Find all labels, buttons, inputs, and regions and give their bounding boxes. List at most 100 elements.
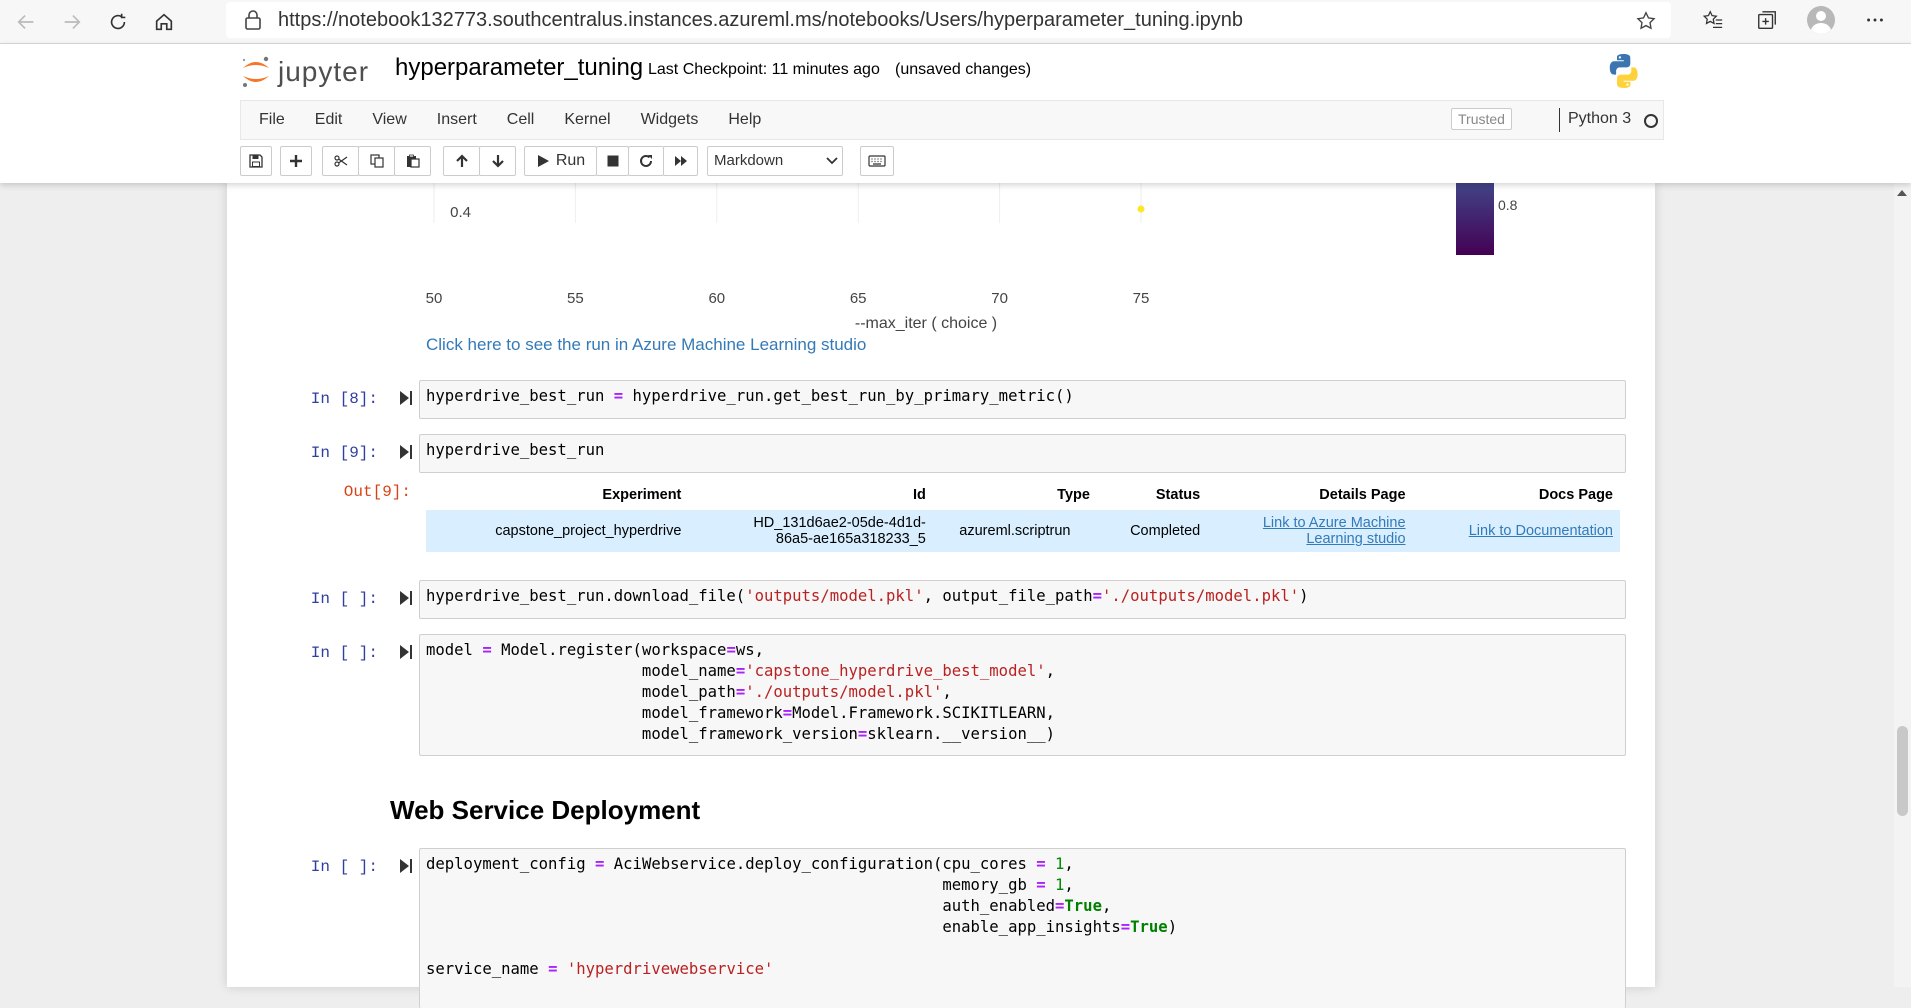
back-button[interactable] (6, 2, 46, 42)
url-text: https://notebook132773.southcentralus.in… (278, 8, 1244, 31)
code-cell[interactable]: model = Model.register(workspace=ws, mod… (419, 634, 1626, 756)
menu-view[interactable]: View (357, 101, 421, 139)
scatter-point[interactable] (1137, 205, 1145, 213)
restart-button[interactable] (628, 146, 664, 176)
run-cell-icon[interactable] (399, 444, 413, 460)
x-axis-label: --max_iter ( choice ) (855, 315, 997, 332)
plot-output: 50 55 60 65 70 75 0.4 --max_iter ( choice ) 0… (426, 183, 1518, 332)
run-cell-icon[interactable] (399, 390, 413, 406)
paste-icon (406, 154, 420, 168)
jupyter-logo-icon (242, 56, 269, 87)
stop-icon (607, 155, 618, 167)
star-icon[interactable] (1635, 10, 1657, 32)
id-line: 86a5-ae165a318233_5 (775, 531, 926, 547)
code-cell[interactable]: deployment_config = AciWebservice.deploy… (419, 848, 1626, 1008)
docs-cell: Link to Documentation (1412, 510, 1620, 552)
page-scrollbar[interactable] (1894, 183, 1911, 987)
fast-forward-icon (674, 156, 687, 166)
move-up-button[interactable] (443, 146, 480, 176)
details-link[interactable]: Link to Azure Machine Learning studio (1263, 515, 1406, 547)
checkpoint-status: Last Checkpoint: 11 minutes ago (648, 61, 880, 78)
unsaved-status: (unsaved changes) (895, 61, 1032, 78)
code-cell[interactable]: hyperdrive_best_run = hyperdrive_run.get… (419, 380, 1626, 419)
kernel-status-icon (1644, 114, 1658, 128)
save-icon (249, 154, 263, 168)
run-cell-icon[interactable] (399, 590, 413, 606)
favorites-button[interactable] (1686, 0, 1740, 40)
restart-run-all-button[interactable] (663, 146, 698, 176)
code-editor[interactable]: model = Model.register(workspace=ws, mod… (420, 635, 1625, 750)
browser-toolbar: https://notebook132773.southcentralus.in… (0, 0, 1911, 44)
insert-cell-button[interactable] (280, 146, 312, 176)
code-editor[interactable]: hyperdrive_best_run.download_file('outpu… (420, 581, 1625, 612)
jupyter-logo-text: jupyter (278, 56, 370, 87)
experiment-cell: capstone_project_hyperdrive (426, 510, 689, 552)
notebook-title[interactable]: hyperparameter_tuning (395, 54, 643, 82)
keyboard-icon (868, 155, 886, 167)
more-button[interactable] (1848, 0, 1902, 40)
scroll-thumb[interactable] (1897, 726, 1908, 816)
code-editor[interactable]: deployment_config = AciWebservice.deploy… (420, 849, 1625, 985)
cell-type-value: Markdown (714, 152, 784, 169)
restart-icon (640, 154, 652, 167)
refresh-button[interactable] (98, 2, 138, 42)
run-cell-icon[interactable] (399, 858, 413, 874)
table-header: Status (1155, 487, 1201, 503)
home-button[interactable] (144, 2, 184, 42)
interrupt-button[interactable] (596, 146, 629, 176)
menu-widgets[interactable]: Widgets (626, 101, 714, 139)
jupyter-logo[interactable]: jupyter (240, 52, 369, 92)
azure-studio-link[interactable]: Click here to see the run in Azure Machi… (426, 335, 866, 355)
run-label: Run (555, 152, 586, 169)
save-button[interactable] (240, 146, 272, 176)
menu-help[interactable]: Help (713, 101, 776, 139)
arrow-right-icon (64, 14, 81, 29)
code-cell[interactable]: hyperdrive_best_run.download_file('outpu… (419, 580, 1626, 619)
move-down-button[interactable] (479, 146, 516, 176)
id-cell: HD_131d6ae2-05de-4d1d- 86a5-ae165a318233_… (688, 510, 933, 552)
output-prompt: Out[9]: (343, 483, 411, 501)
scissors-icon (333, 155, 347, 167)
docs-link[interactable]: Link to Documentation (1469, 523, 1613, 539)
chevron-down-icon (826, 157, 838, 165)
menu-cell[interactable]: Cell (492, 101, 550, 139)
lock-icon (245, 10, 261, 30)
type-cell: azureml.scriptrun (932, 510, 1097, 552)
cut-button[interactable] (322, 146, 359, 176)
plot-grid (433, 183, 1142, 223)
collections-icon (1758, 11, 1776, 29)
copy-button[interactable] (358, 146, 395, 176)
run-cell-icon[interactable] (399, 644, 413, 660)
profile-button[interactable] (1794, 0, 1848, 40)
address-bar[interactable]: https://notebook132773.southcentralus.in… (226, 2, 1671, 38)
cell-prompt: In [8]: (310, 390, 378, 408)
play-icon (537, 155, 549, 167)
code-editor[interactable]: hyperdrive_best_run (420, 435, 1625, 466)
table-header: Details Page (1319, 487, 1406, 503)
table-header: Experiment (602, 487, 682, 503)
avatar (1807, 6, 1835, 34)
x-tick-label: 75 (1133, 290, 1150, 307)
code-cell[interactable]: hyperdrive_best_run (419, 434, 1626, 473)
scroll-up-icon[interactable] (1897, 190, 1907, 196)
x-tick-label: 55 (567, 290, 584, 307)
arrow-up-icon (455, 154, 468, 167)
menu-insert[interactable]: Insert (422, 101, 492, 139)
arrow-left-icon (17, 14, 34, 29)
kernel-name[interactable]: Python 3 (1568, 110, 1631, 128)
menu-file[interactable]: File (241, 101, 300, 139)
menu-kernel[interactable]: Kernel (549, 101, 625, 139)
run-button[interactable]: Run (524, 146, 597, 176)
home-icon (155, 13, 173, 30)
paste-button[interactable] (394, 146, 431, 176)
cell-type-select[interactable]: Markdown (707, 146, 843, 176)
menu-edit[interactable]: Edit (300, 101, 358, 139)
command-palette-button[interactable] (860, 146, 894, 176)
y-tick-labels: 0.4 (450, 204, 471, 221)
trusted-badge[interactable]: Trusted (1451, 108, 1512, 130)
cell-prompt: In [ ]: (310, 590, 378, 608)
collections-button[interactable] (1740, 0, 1794, 40)
code-editor[interactable]: hyperdrive_best_run = hyperdrive_run.get… (420, 381, 1625, 412)
run-details-table: Experiment Id Type Status Details Page D… (426, 480, 1620, 552)
forward-button[interactable] (52, 2, 92, 42)
